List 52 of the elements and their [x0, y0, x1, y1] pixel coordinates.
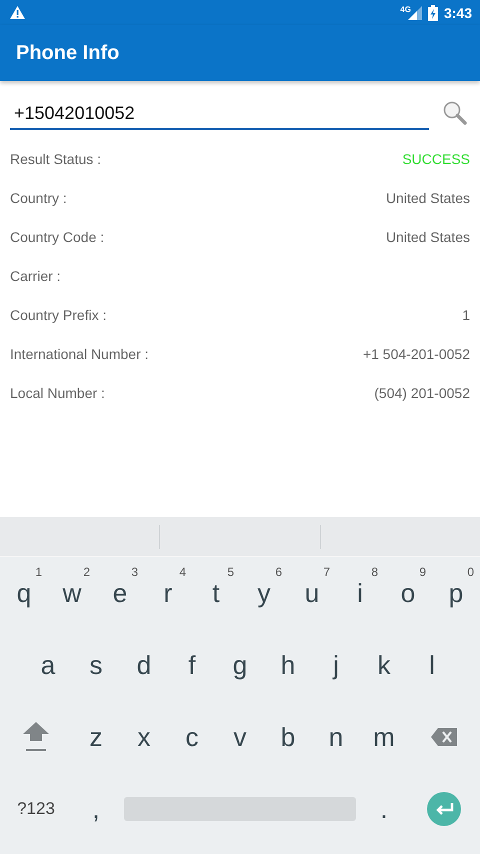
key[interactable]: b — [264, 701, 312, 773]
field-label: Country Code : — [10, 228, 104, 244]
enter-key[interactable] — [427, 792, 461, 826]
key[interactable]: i 8 — [336, 557, 384, 629]
search-icon[interactable] — [443, 101, 467, 125]
field-value: United States — [386, 190, 470, 206]
symbols-key[interactable]: ?123 — [0, 773, 72, 845]
key[interactable]: f — [168, 629, 216, 701]
field-value: (504) 201-0052 — [374, 384, 470, 400]
key[interactable]: j — [312, 629, 360, 701]
field-value: 1 — [462, 306, 470, 322]
warning-icon — [10, 6, 25, 19]
app-title: Phone Info — [16, 42, 120, 64]
key[interactable]: n — [312, 701, 360, 773]
key[interactable]: o 9 — [384, 557, 432, 629]
key[interactable]: x — [120, 701, 168, 773]
key[interactable]: k — [360, 629, 408, 701]
key[interactable]: r 4 — [144, 557, 192, 629]
key[interactable]: m — [360, 701, 408, 773]
backspace-icon[interactable] — [431, 728, 457, 746]
phone-number-field[interactable]: +15042010052 — [10, 96, 429, 130]
key[interactable]: u 7 — [288, 557, 336, 629]
clock-time: 3:43 — [444, 4, 472, 20]
field-label: Carrier : — [10, 268, 61, 284]
key[interactable]: y 6 — [240, 557, 288, 629]
network-type: 4G — [400, 5, 411, 14]
key[interactable]: q 1 — [0, 557, 48, 629]
battery-charging-icon — [428, 4, 438, 20]
field-label: Country Prefix : — [10, 306, 106, 322]
key[interactable]: h — [264, 629, 312, 701]
key[interactable]: . — [360, 773, 408, 845]
field-value: +1 504-201-0052 — [362, 346, 470, 362]
key[interactable]: c — [168, 701, 216, 773]
key[interactable]: t 5 — [192, 557, 240, 629]
key[interactable]: p 0 — [432, 557, 480, 629]
key[interactable]: a — [24, 629, 72, 701]
field-label: International Number : — [10, 346, 149, 362]
status-value: SUCCESS — [402, 150, 470, 166]
key[interactable]: , — [72, 773, 120, 845]
field-label: Country : — [10, 190, 67, 206]
key[interactable]: w 2 — [48, 557, 96, 629]
key[interactable]: v — [216, 701, 264, 773]
field-value: United States — [386, 228, 470, 244]
field-label: Local Number : — [10, 384, 105, 400]
field-label: Result Status : — [10, 150, 102, 166]
key[interactable]: e 3 — [96, 557, 144, 629]
key[interactable]: d — [120, 629, 168, 701]
key[interactable]: z — [72, 701, 120, 773]
key[interactable]: s — [72, 629, 120, 701]
key[interactable]: l — [408, 629, 456, 701]
shift-icon[interactable] — [23, 722, 49, 752]
key[interactable]: g — [216, 629, 264, 701]
